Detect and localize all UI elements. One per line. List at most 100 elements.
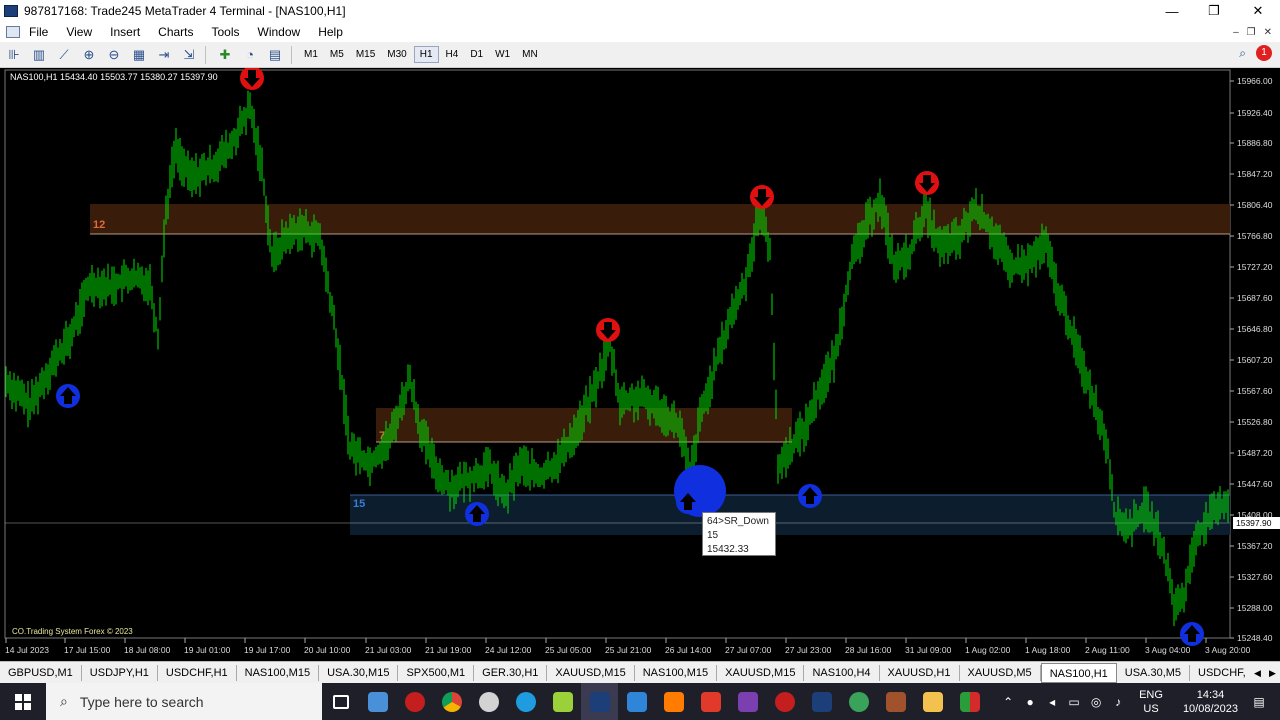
app-icon-3[interactable] [544, 683, 581, 720]
price-axis-label: 15327.60 [1237, 572, 1273, 582]
timeframe-mn[interactable]: MN [517, 47, 543, 62]
mdi-close-button[interactable]: ✕ [1264, 27, 1272, 38]
volume-icon[interactable]: ♪ [1107, 695, 1129, 709]
notification-badge[interactable]: 1 [1256, 45, 1272, 61]
line-chart-icon[interactable]: ⟋ [53, 45, 75, 65]
mail-icon[interactable] [618, 683, 655, 720]
zoom-out-icon[interactable]: ⊖ [103, 45, 125, 65]
task-view-icon[interactable] [322, 683, 359, 720]
candlestick-icon[interactable]: ▥ [28, 45, 50, 65]
symbol-tab[interactable]: USA.30,M15 [319, 664, 399, 681]
time-axis-label: 25 Jul 05:00 [545, 645, 592, 655]
chevron-up-icon[interactable]: ⌃ [997, 695, 1019, 709]
lang-bottom: US [1143, 702, 1159, 715]
timeframe-m15[interactable]: M15 [351, 47, 380, 62]
timeframe-h1[interactable]: H1 [413, 46, 439, 63]
app-icon-2[interactable] [396, 683, 433, 720]
taskbar-search[interactable]: ⌕ Type here to search [46, 683, 322, 720]
language-indicator[interactable]: ENG US [1139, 688, 1163, 716]
timeframe-d1[interactable]: D1 [465, 47, 488, 62]
chrome-icon[interactable] [433, 683, 470, 720]
zoom-in-icon[interactable]: ⊕ [78, 45, 100, 65]
symbol-tab[interactable]: USDJPY,H1 [82, 664, 158, 681]
symbol-tab[interactable]: XAUUSD,M15 [547, 664, 635, 681]
menu-tools[interactable]: Tools [203, 25, 249, 39]
chart-window-icon[interactable] [6, 26, 20, 38]
symbol-tab[interactable]: SPX500,M1 [398, 664, 475, 681]
time-axis-label: 20 Jul 10:00 [304, 645, 351, 655]
price-chart[interactable]: 12 7 15 15966.00 15926.40 15886.80 15847.20 158… [0, 68, 1280, 661]
app-icon-r[interactable] [729, 683, 766, 720]
chart-shift-icon[interactable]: ⇥ [153, 45, 175, 65]
autoscroll-icon[interactable]: ⇲ [178, 45, 200, 65]
symbol-tab[interactable]: GER.30,H1 [474, 664, 548, 681]
app-icon-4[interactable] [766, 683, 803, 720]
timeframe-m5[interactable]: M5 [325, 47, 349, 62]
time-axis-label: 31 Jul 09:00 [905, 645, 952, 655]
symbol-tab[interactable]: NAS100,H1 [1040, 662, 1117, 683]
close-button[interactable]: ✕ [1236, 0, 1280, 22]
symbol-tab[interactable]: NAS100,M15 [635, 664, 718, 681]
restore-button[interactable]: ❐ [1192, 0, 1236, 22]
clock[interactable]: 14:34 10/08/2023 [1183, 688, 1238, 716]
timeframe-m1[interactable]: M1 [299, 47, 323, 62]
search-icon[interactable]: ⌕ [1239, 46, 1246, 61]
price-axis-label: 15806.40 [1237, 200, 1273, 210]
battery-icon[interactable]: ▭ [1063, 695, 1085, 709]
menu-charts[interactable]: Charts [149, 25, 202, 39]
app-icon-6[interactable] [951, 683, 988, 720]
templates-icon[interactable]: ▤ [264, 45, 286, 65]
bar-chart-icon[interactable]: ⊪ [3, 45, 25, 65]
tab-right-icon[interactable]: ▶ [1269, 668, 1276, 679]
edge-icon[interactable] [507, 683, 544, 720]
symbol-tab[interactable]: GBPUSD,M1 [0, 664, 82, 681]
periods-clock-icon[interactable]: ◔ [239, 45, 261, 65]
tab-scroll-arrows[interactable]: ◀ ▶ [1250, 662, 1280, 683]
symbol-tab[interactable]: XAUUSD,M5 [960, 664, 1041, 681]
menu-insert[interactable]: Insert [101, 25, 149, 39]
mt4-app-icon [4, 5, 18, 17]
symbol-tab[interactable]: NAS100,H4 [804, 664, 880, 681]
notifications-icon[interactable]: ▤ [1248, 695, 1270, 709]
file-explorer-icon[interactable] [914, 683, 951, 720]
tab-left-icon[interactable]: ◀ [1254, 668, 1261, 679]
start-button[interactable] [0, 683, 46, 720]
mdi-restore-button[interactable]: ❐ [1247, 27, 1256, 38]
minimize-button[interactable]: — [1150, 0, 1194, 22]
symbol-tab[interactable]: XAUUSD,H1 [880, 664, 960, 681]
menu-file[interactable]: File [20, 25, 57, 39]
menu-window[interactable]: Window [249, 25, 310, 39]
microphone-icon[interactable]: ● [1019, 695, 1041, 709]
mt4-taskbar-icon-2[interactable] [803, 683, 840, 720]
time-axis-label: 17 Jul 15:00 [64, 645, 111, 655]
price-axis-label: 15847.20 [1237, 169, 1273, 179]
network-icon[interactable]: ◎ [1085, 695, 1107, 709]
indicators-icon[interactable]: ✚ [214, 45, 236, 65]
menu-help[interactable]: Help [309, 25, 352, 39]
tile-windows-icon[interactable]: ▦ [128, 45, 150, 65]
time-axis-label: 2 Aug 11:00 [1085, 645, 1130, 655]
media-player-icon[interactable] [470, 683, 507, 720]
timeframe-w1[interactable]: W1 [490, 47, 515, 62]
price-axis-label: 15487.20 [1237, 448, 1273, 458]
speaker-icon[interactable]: ◂ [1041, 695, 1063, 709]
symbol-tab[interactable]: NAS100,M15 [237, 664, 320, 681]
archive-icon[interactable] [877, 683, 914, 720]
chart-tabs-bar: GBPUSD,M1 USDJPY,H1 USDCHF,H1 NAS100,M15 USA… [0, 661, 1280, 683]
app-icon-5[interactable] [840, 683, 877, 720]
symbol-tab[interactable]: USDCHF, [1190, 664, 1255, 681]
symbol-tab[interactable]: USA.30,M5 [1117, 664, 1191, 681]
timeframe-h4[interactable]: H4 [441, 47, 464, 62]
chart-canvas[interactable]: 1271515966.0015926.4015886.8015847.20158… [0, 68, 1280, 661]
symbol-tab[interactable]: XAUUSD,M15 [717, 664, 805, 681]
mdi-minimize-button[interactable]: – [1233, 27, 1239, 38]
menu-view[interactable]: View [57, 25, 101, 39]
wps-icon[interactable] [692, 683, 729, 720]
tooltip-line-3: 15432.33 [707, 544, 749, 555]
timeframe-m30[interactable]: M30 [382, 47, 411, 62]
app-icon-1[interactable] [359, 683, 396, 720]
mt4-taskbar-icon[interactable] [581, 683, 618, 720]
illustrator-icon[interactable] [655, 683, 692, 720]
symbol-tab[interactable]: USDCHF,H1 [158, 664, 237, 681]
price-axis-label: 15607.20 [1237, 355, 1273, 365]
